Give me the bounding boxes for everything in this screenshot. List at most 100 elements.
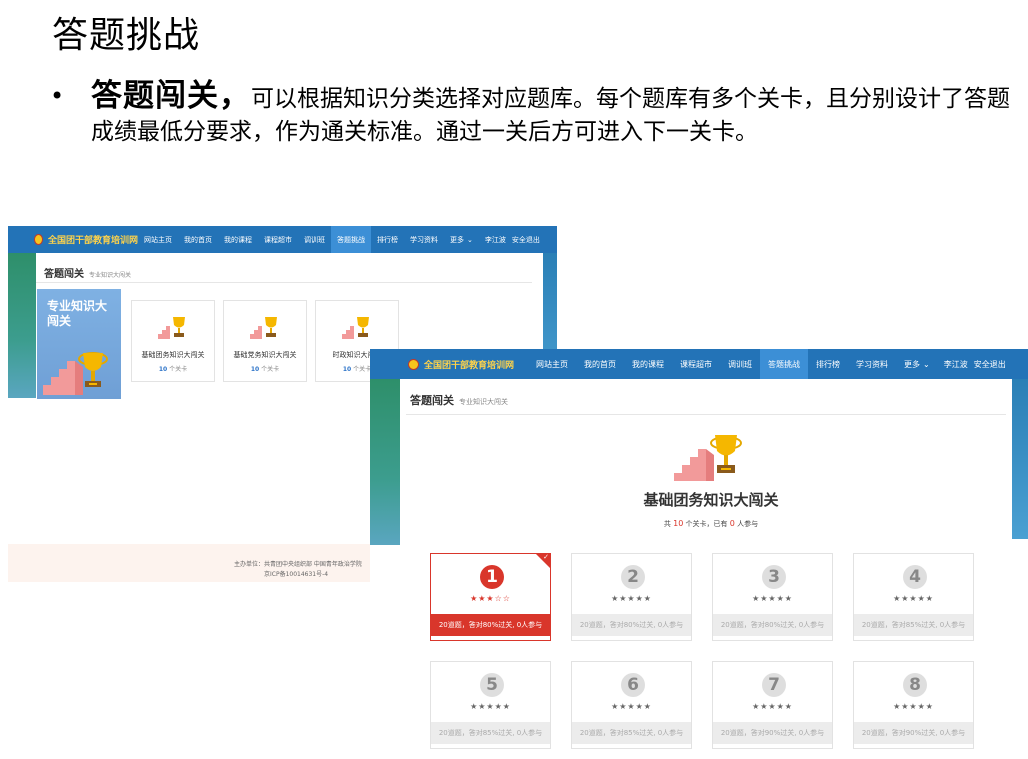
- nav-item-label: 我的首页: [584, 359, 616, 369]
- nav-item[interactable]: 课程超市: [258, 226, 298, 253]
- level-card[interactable]: 8 ★★★★★ 20道题，答对90%过关, 0人参与: [853, 661, 974, 749]
- nav-item-label: 我的课程: [224, 235, 252, 244]
- league-emblem-icon: [408, 358, 419, 370]
- level-card[interactable]: 5 ★★★★★ 20道题，答对85%过关, 0人参与: [430, 661, 551, 749]
- user-name[interactable]: 李江波: [485, 235, 506, 245]
- site-logo[interactable]: 全国团干部教育培训网: [34, 233, 138, 246]
- nav-item-label: 答题挑战: [337, 235, 365, 244]
- question-bank-name: 基础团务知识大闯关: [141, 351, 205, 359]
- nav-item[interactable]: 排行榜: [371, 226, 404, 253]
- slide-title: 答题挑战: [52, 15, 201, 56]
- level-pass-rule: 20道题，答对80%过关, 0人参与: [431, 614, 550, 636]
- site-navbar: 全国团干部教育培训网 网站主页 我的首页 我的课程 课程超市 调训班 答题挑战 排行榜 学习资…: [8, 226, 557, 253]
- level-count-unit: 个关卡: [261, 366, 280, 373]
- nav-menu: 网站主页 我的首页 我的课程 课程超市 调训班 答题挑战 排行榜 学习资料 更多 ⌄: [528, 349, 938, 379]
- nav-item-label: 我的首页: [184, 235, 212, 244]
- nav-item-label: 更多: [450, 235, 464, 244]
- level-number: 4: [903, 565, 927, 589]
- breadcrumb-subtitle: 专业知识大闯关: [89, 272, 132, 279]
- breadcrumb: 答题闯关 专业知识大闯关: [410, 392, 508, 408]
- trophy-on-stairs-icon: [158, 317, 185, 339]
- screenshot-level-page: 全国团干部教育培训网 网站主页 我的首页 我的课程 课程超市 调训班 答题挑战 排行榜 学习资…: [370, 349, 1028, 754]
- nav-item[interactable]: 调训班: [720, 349, 760, 379]
- nav-item[interactable]: 更多 ⌄: [896, 349, 938, 379]
- meta-prefix: 共: [663, 520, 671, 528]
- nav-item[interactable]: 更多 ⌄: [444, 226, 479, 253]
- nav-item[interactable]: 我的课程: [624, 349, 672, 379]
- level-card[interactable]: 6 ★★★★★ 20道题，答对85%过关, 0人参与: [571, 661, 692, 749]
- left-background-stripe: [370, 379, 400, 545]
- breadcrumb-title: 答题闯关: [44, 269, 84, 280]
- nav-item[interactable]: 学习资料: [848, 349, 896, 379]
- level-pass-rule: 20道题，答对90%过关, 0人参与: [713, 722, 832, 744]
- nav-item[interactable]: 学习资料: [404, 226, 444, 253]
- level-card[interactable]: 3 ★★★★★ 20道题，答对80%过关, 0人参与: [712, 553, 833, 641]
- level-stars: ★★★☆☆: [470, 594, 511, 603]
- nav-item[interactable]: 课程超市: [672, 349, 720, 379]
- level-count-unit: 个关卡: [169, 366, 188, 373]
- league-emblem-icon: [34, 234, 43, 245]
- bullet-paragraph: 答题闯关，可以根据知识分类选择对应题库。每个题库有多个关卡，且分别设计了答题成绩…: [91, 80, 1011, 149]
- logout-link[interactable]: 安全退出: [512, 235, 540, 245]
- logout-link[interactable]: 安全退出: [974, 359, 1006, 370]
- site-logo-text: 全国团干部教育培训网: [47, 236, 138, 246]
- nav-item[interactable]: 我的课程: [218, 226, 258, 253]
- user-name[interactable]: 李江波: [944, 359, 968, 370]
- nav-item[interactable]: 答题挑战: [331, 226, 371, 253]
- footer-organizer: 主办单位：共青团中央组织部 中国青年政治学院: [234, 561, 362, 568]
- meta-middle: 个关卡，已有: [685, 520, 728, 528]
- level-number: 6: [621, 673, 645, 697]
- nav-item-label: 我的课程: [632, 359, 664, 369]
- level-stars: ★★★★★: [470, 702, 511, 711]
- level-count-number: 10: [342, 366, 352, 373]
- nav-item-label: 课程超市: [264, 235, 292, 244]
- level-stars: ★★★★★: [893, 702, 934, 711]
- level-card[interactable]: 4 ★★★★★ 20道题，答对85%过关, 0人参与: [853, 553, 974, 641]
- nav-item[interactable]: 网站主页: [138, 226, 178, 253]
- nav-item-label: 排行榜: [816, 359, 840, 369]
- level-card[interactable]: 2 ★★★★★ 20道题，答对80%过关, 0人参与: [571, 553, 692, 641]
- level-card[interactable]: 1 ★★★☆☆ 20道题，答对80%过关, 0人参与 ✓: [430, 553, 551, 641]
- chevron-down-icon: ⌄: [467, 235, 473, 244]
- site-logo[interactable]: 全国团干部教育培训网: [408, 358, 528, 371]
- chevron-down-icon: ⌄: [923, 359, 930, 369]
- category-card[interactable]: 专业知识大闯关: [37, 289, 121, 399]
- level-number: 8: [903, 673, 927, 697]
- level-count-unit: 个关卡: [353, 366, 372, 373]
- level-pass-rule: 20道题，答对90%过关, 0人参与: [854, 722, 973, 744]
- level-stars: ★★★★★: [893, 594, 934, 603]
- level-card[interactable]: 7 ★★★★★ 20道题，答对90%过关, 0人参与: [712, 661, 833, 749]
- meta-level-count: 10: [673, 519, 684, 528]
- bank-meta: 共 10 个关卡，已有 0 人参与: [570, 519, 852, 529]
- nav-item[interactable]: 我的首页: [576, 349, 624, 379]
- nav-item[interactable]: 我的首页: [178, 226, 218, 253]
- nav-item[interactable]: 调训班: [298, 226, 331, 253]
- level-number: 7: [762, 673, 786, 697]
- meta-participant-count: 0: [729, 519, 735, 528]
- level-count-number: 10: [250, 366, 260, 373]
- level-pass-rule: 20道题，答对85%过关, 0人参与: [572, 722, 691, 744]
- level-pass-rule: 20道题，答对80%过关, 0人参与: [572, 614, 691, 636]
- question-bank-card[interactable]: 基础党务知识大闯关 10 个关卡: [223, 300, 307, 382]
- trophy-on-stairs-icon: [43, 352, 108, 395]
- nav-item[interactable]: 网站主页: [528, 349, 576, 379]
- level-stars: ★★★★★: [611, 594, 652, 603]
- level-count-number: 10: [158, 366, 168, 373]
- nav-item-label: 更多: [904, 359, 920, 369]
- question-bank-card[interactable]: 基础团务知识大闯关 10 个关卡: [131, 300, 215, 382]
- level-stars: ★★★★★: [611, 702, 652, 711]
- nav-item-label: 学习资料: [410, 235, 438, 244]
- nav-item[interactable]: 排行榜: [808, 349, 848, 379]
- trophy-on-stairs-icon: [342, 317, 369, 339]
- bank-title: 基础团务知识大闯关: [643, 491, 779, 509]
- divider: [36, 282, 532, 283]
- level-stars: ★★★★★: [752, 594, 793, 603]
- level-stars: ★★★★★: [752, 702, 793, 711]
- nav-item-label: 调训班: [304, 235, 325, 244]
- nav-item-label: 网站主页: [536, 359, 568, 369]
- bullet-lead: 答题闯关，: [91, 78, 251, 114]
- question-bank-name: 基础党务知识大闯关: [233, 351, 297, 359]
- nav-item[interactable]: 答题挑战: [760, 349, 808, 379]
- level-pass-rule: 20道题，答对85%过关, 0人参与: [854, 614, 973, 636]
- meta-suffix: 人参与: [737, 520, 759, 528]
